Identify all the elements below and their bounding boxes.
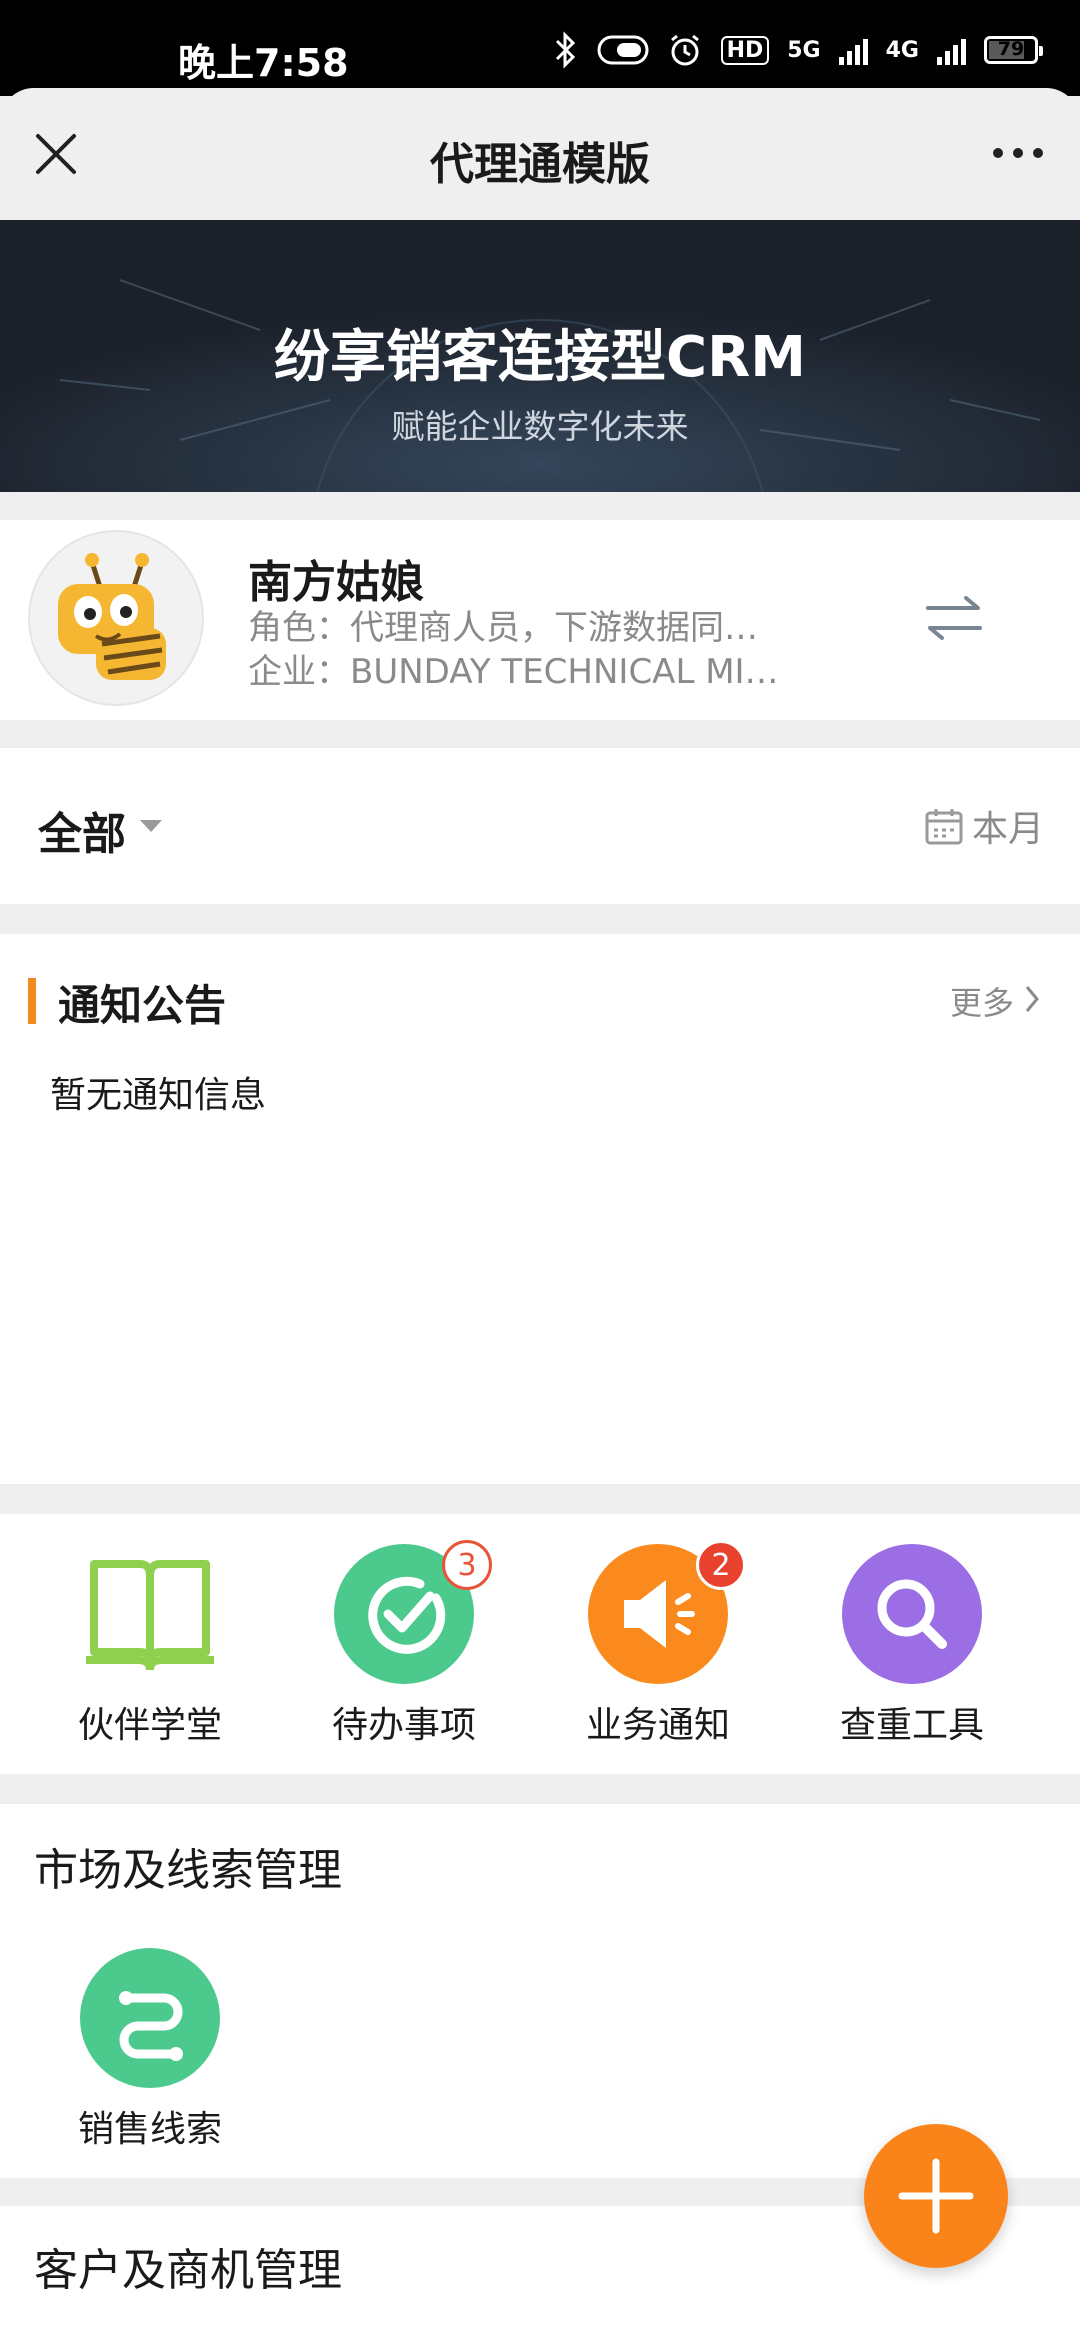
network-5g-label: 5G [787, 37, 821, 63]
quick-actions: 伙伴学堂 3 待办事项 2 业务通知 查重工具 [0, 1514, 1080, 1774]
status-time: 晚上7:58 [178, 41, 349, 85]
check-circle-icon: 3 [334, 1540, 492, 1684]
notice-more-link[interactable]: 更多 [950, 978, 1014, 1024]
period-selector[interactable]: 本月 [972, 800, 1044, 852]
section-accent-bar [28, 978, 36, 1024]
quick-action-label: 伙伴学堂 [77, 1705, 222, 1746]
banner-subtitle: 赋能企业数字化未来 [391, 407, 689, 446]
quick-action-label: 业务通知 [585, 1705, 730, 1746]
book-icon [80, 1544, 220, 1684]
nav-bar: 代理通模版 [0, 88, 1080, 220]
plus-icon [898, 2158, 974, 2234]
status-icons: HD 5G 4G 79 [553, 28, 1043, 72]
notice-title: 通知公告 [58, 981, 227, 1030]
megaphone-icon: 2 [588, 1540, 746, 1684]
chevron-down-icon[interactable] [140, 820, 162, 832]
quick-action-dedupe-tool[interactable]: 查重工具 [812, 1544, 1012, 1748]
section-market-leads: 市场及线索管理 销售线索 [0, 1804, 1080, 2178]
toggle-icon [597, 35, 649, 65]
quick-action-business-notice[interactable]: 2 业务通知 [558, 1540, 758, 1748]
alarm-icon [670, 34, 699, 66]
battery-icon: 79 [984, 36, 1043, 64]
hd-badge: HD [720, 35, 770, 65]
section-title: 市场及线索管理 [34, 1845, 342, 1896]
search-icon [842, 1544, 982, 1684]
filter-bar: 全部 本月 [0, 748, 1080, 904]
quick-action-partner-academy[interactable]: 伙伴学堂 [50, 1544, 250, 1748]
profile-card[interactable]: 南方姑娘 角色：代理商人员，下游数据同… 企业：BUNDAY TECHNICAL… [0, 520, 1080, 720]
avatar[interactable] [28, 530, 204, 706]
section-title: 客户及商机管理 [34, 2245, 342, 2296]
notice-count-badge: 2 [696, 1540, 746, 1590]
notice-empty-text: 暂无通知信息 [50, 1075, 267, 1116]
notice-panel: 通知公告 更多 暂无通知信息 [0, 934, 1080, 1484]
sales-leads-label: 销售线索 [77, 2109, 222, 2150]
todo-count-badge: 3 [442, 1540, 492, 1590]
promo-banner[interactable]: 纷享销客连接型CRM 赋能企业数字化未来 [0, 220, 1080, 492]
more-icon[interactable] [990, 138, 1046, 168]
user-role: 角色：代理商人员，下游数据同… [248, 608, 758, 648]
sales-leads-item[interactable]: 销售线索 [50, 1948, 250, 2152]
signal-5g-icon [838, 35, 868, 65]
chevron-right-icon[interactable] [1024, 984, 1040, 1014]
page-title: 代理通模版 [430, 139, 650, 190]
quick-action-label: 待办事项 [331, 1705, 476, 1746]
network-4g-label: 4G [885, 37, 919, 63]
quick-action-label: 查重工具 [839, 1705, 984, 1746]
bluetooth-icon [555, 31, 575, 69]
banner-title: 纷享销客连接型CRM [274, 325, 806, 390]
add-button[interactable] [864, 2124, 1008, 2268]
battery-percent: 79 [997, 38, 1025, 60]
quick-action-todo[interactable]: 3 待办事项 [304, 1540, 504, 1748]
leads-icon [80, 1948, 220, 2088]
switch-account-icon[interactable] [922, 590, 986, 646]
status-bar: 晚上7:58 HD 5G 4G 79 [0, 0, 1080, 96]
bee-mascot-icon [58, 553, 166, 680]
signal-4g-icon [937, 35, 966, 65]
calendar-icon[interactable] [924, 806, 964, 846]
user-company: 企业：BUNDAY TECHNICAL MI… [248, 652, 779, 692]
scope-dropdown[interactable]: 全部 [38, 798, 126, 862]
